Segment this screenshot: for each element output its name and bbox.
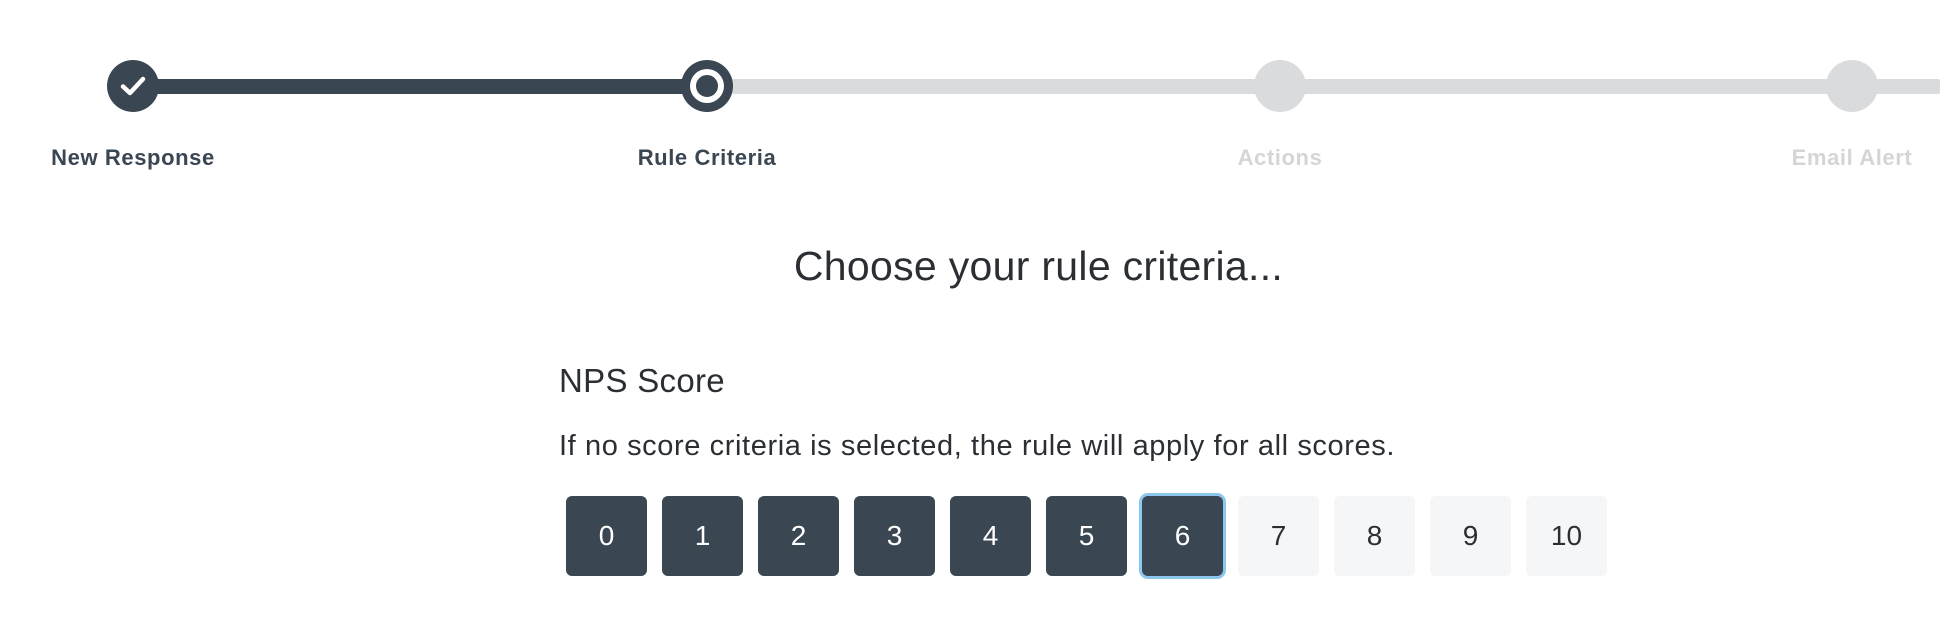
checkmark-icon (107, 60, 159, 112)
nps-score-section: NPS Score If no score criteria is select… (559, 362, 1659, 463)
score-button-4[interactable]: 4 (950, 496, 1031, 576)
pending-step-icon (1826, 60, 1878, 112)
score-button-3[interactable]: 3 (854, 496, 935, 576)
score-button-2[interactable]: 2 (758, 496, 839, 576)
score-button-1[interactable]: 1 (662, 496, 743, 576)
step-label: New Response (51, 145, 215, 170)
help-text: If no score criteria is selected, the ru… (559, 430, 1395, 462)
score-button-7[interactable]: 7 (1238, 496, 1319, 576)
current-step-icon (681, 60, 733, 112)
score-button-10[interactable]: 10 (1526, 496, 1607, 576)
step-actions: Actions (1170, 0, 1390, 180)
score-button-9[interactable]: 9 (1430, 496, 1511, 576)
step-email-alert: Email Alert (1742, 0, 1940, 180)
score-button-8[interactable]: 8 (1334, 496, 1415, 576)
nps-score-selector: 0 1 2 3 4 5 6 7 8 9 10 (566, 496, 1607, 576)
step-label: Actions (1237, 145, 1323, 170)
step-label: Email Alert (1791, 145, 1913, 170)
step-rule-criteria[interactable]: Rule Criteria (597, 0, 817, 180)
pending-step-icon (1254, 60, 1306, 112)
section-title: NPS Score (559, 362, 725, 399)
step-new-response[interactable]: New Response (23, 0, 243, 180)
score-button-5[interactable]: 5 (1046, 496, 1127, 576)
step-label: Rule Criteria (637, 145, 777, 170)
score-button-0[interactable]: 0 (566, 496, 647, 576)
page-title: Choose your rule criteria... (793, 243, 1284, 289)
progress-stepper: New Response Rule Criteria Actions Email… (0, 0, 1940, 180)
score-button-6[interactable]: 6 (1142, 496, 1223, 576)
